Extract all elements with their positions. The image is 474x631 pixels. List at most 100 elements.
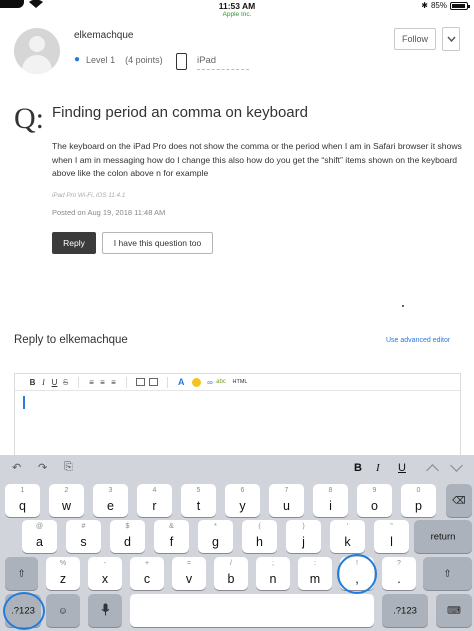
key-label: s: [80, 535, 87, 549]
delete-key[interactable]: ⌫: [446, 484, 472, 517]
key-secondary-label: 4: [152, 487, 157, 494]
key-7[interactable]: 8i: [313, 484, 348, 517]
kb-underline-button[interactable]: U: [398, 462, 406, 474]
key-secondary-label: 8: [328, 487, 333, 494]
image-icon[interactable]: [136, 378, 145, 386]
numbers-key-right[interactable]: .?123: [382, 594, 428, 627]
same-question-button[interactable]: I have this question too: [102, 232, 213, 254]
key-label: y: [239, 499, 246, 513]
key-row3-0[interactable]: % z: [46, 557, 80, 590]
question-mark-label: Q:: [14, 102, 44, 135]
key-row2-6[interactable]: ) j: [286, 520, 321, 553]
key-label: c: [143, 572, 151, 586]
indent-icon[interactable]: ≡: [108, 378, 119, 387]
key-row2-3[interactable]: & f: [154, 520, 189, 553]
key-secondary-label: 7: [284, 487, 289, 494]
key-row2-7[interactable]: ' k: [330, 520, 365, 553]
reply-button[interactable]: Reply: [52, 232, 96, 254]
key-row3-2[interactable]: + c: [130, 557, 164, 590]
question-title: Finding period an comma on keyboard: [52, 104, 308, 121]
chevron-down-icon[interactable]: [450, 459, 463, 472]
space-key[interactable]: [130, 594, 374, 627]
return-key[interactable]: return: [414, 520, 472, 553]
key-label: g: [212, 535, 219, 549]
paste-icon[interactable]: ⎘: [64, 461, 73, 474]
reply-editor[interactable]: B I U S ≡ ≡ ≡ A ∞ abc HTML: [14, 373, 461, 455]
key-secondary-label: (: [258, 523, 261, 530]
dictation-key[interactable]: [88, 594, 122, 627]
shift-right-key[interactable]: ⇧: [423, 557, 472, 590]
key-4[interactable]: 5t: [181, 484, 216, 517]
key-row2-4[interactable]: * g: [198, 520, 233, 553]
emoji-icon[interactable]: [191, 377, 201, 387]
follow-menu-button[interactable]: [442, 27, 460, 51]
key-row3-4[interactable]: / b: [214, 557, 248, 590]
strikethrough-button[interactable]: S: [60, 378, 71, 387]
reply-heading: Reply to elkemachque: [14, 334, 128, 346]
key-label: ⌫: [452, 495, 466, 506]
key-label: a: [36, 535, 43, 549]
key-secondary-label: #: [81, 523, 86, 530]
status-carrier: Apple Inc.: [222, 11, 252, 18]
key-secondary-label: -: [103, 560, 107, 567]
key-6[interactable]: 7u: [269, 484, 304, 517]
status-bar: 11:53 AM Apple Inc. ✱ 85%: [0, 0, 474, 20]
username[interactable]: elkemachque: [74, 30, 133, 41]
question-posted-date: Posted on Aug 19, 2018 11:48 AM: [52, 208, 166, 217]
key-0[interactable]: 1q: [5, 484, 40, 517]
spellcheck-icon[interactable]: abc: [216, 379, 227, 385]
key-label: j: [302, 535, 305, 549]
chevron-up-icon[interactable]: [426, 464, 439, 477]
bullet-list-icon[interactable]: ≡: [86, 378, 97, 387]
key-secondary-label: %: [59, 560, 67, 567]
editor-toolbar: B I U S ≡ ≡ ≡ A ∞ abc HTML: [15, 374, 460, 391]
key-row3-1[interactable]: -x: [88, 557, 122, 590]
key-label: u: [283, 499, 290, 513]
kb-bold-button[interactable]: B: [354, 462, 362, 474]
key-row2-8[interactable]: " l: [374, 520, 409, 553]
key-8[interactable]: 9o: [357, 484, 392, 517]
key-row3-6[interactable]: :m: [298, 557, 332, 590]
key-5[interactable]: 6y: [225, 484, 260, 517]
link-icon[interactable]: ∞: [205, 378, 216, 387]
key-secondary-label: $: [125, 523, 130, 530]
key-secondary-label: @: [35, 523, 44, 530]
key-1[interactable]: 2w: [49, 484, 84, 517]
key-row2-0[interactable]: @ a: [22, 520, 57, 553]
advanced-editor-link[interactable]: Use advanced editor: [386, 337, 450, 344]
underline-button[interactable]: U: [49, 378, 60, 387]
hide-keyboard-key[interactable]: ⌨: [436, 594, 472, 627]
key-9[interactable]: 0p: [401, 484, 436, 517]
key-row3-5[interactable]: ; n: [256, 557, 290, 590]
key-row3-3[interactable]: = v: [172, 557, 206, 590]
undo-icon[interactable]: ↶: [12, 461, 21, 474]
key-secondary-label: ?: [397, 560, 401, 567]
kb-italic-button[interactable]: I: [376, 462, 380, 474]
html-button[interactable]: HTML: [233, 379, 248, 385]
key-secondary-label: :: [314, 560, 316, 567]
video-icon[interactable]: [149, 378, 158, 386]
shift-left-key[interactable]: ⇧: [5, 557, 38, 590]
text-style-icon[interactable]: A: [178, 377, 185, 387]
avatar[interactable]: [14, 28, 60, 74]
key-row2-2[interactable]: $ d: [110, 520, 145, 553]
key-label: l: [390, 535, 393, 549]
follow-button[interactable]: Follow: [394, 28, 436, 50]
key-label: .: [397, 572, 401, 586]
redo-icon[interactable]: ↷: [38, 461, 47, 474]
keyboard: ↶ ↷ ⎘ B I U 1 q 2 w 3 e 4 r 5 t 6 y 7 u 8 i 9 o 0 p ⌫ @ a # s $ d &…: [0, 455, 474, 631]
bold-button[interactable]: B: [27, 378, 38, 387]
key-row3-8[interactable]: ?.: [382, 557, 416, 590]
numbered-list-icon[interactable]: ≡: [97, 378, 108, 387]
key-2[interactable]: 3e: [93, 484, 128, 517]
key-row2-5[interactable]: (h: [242, 520, 277, 553]
key-row2-1[interactable]: # s: [66, 520, 101, 553]
key-3[interactable]: 4r: [137, 484, 172, 517]
emoji-key[interactable]: ☺: [46, 594, 80, 627]
level-label: Level 1: [86, 54, 116, 65]
key-label: t: [196, 499, 201, 513]
key-label: ⌨: [447, 605, 461, 616]
chevron-down-icon: [446, 36, 456, 42]
key-secondary-label: /: [230, 560, 232, 567]
italic-button[interactable]: I: [38, 378, 49, 387]
